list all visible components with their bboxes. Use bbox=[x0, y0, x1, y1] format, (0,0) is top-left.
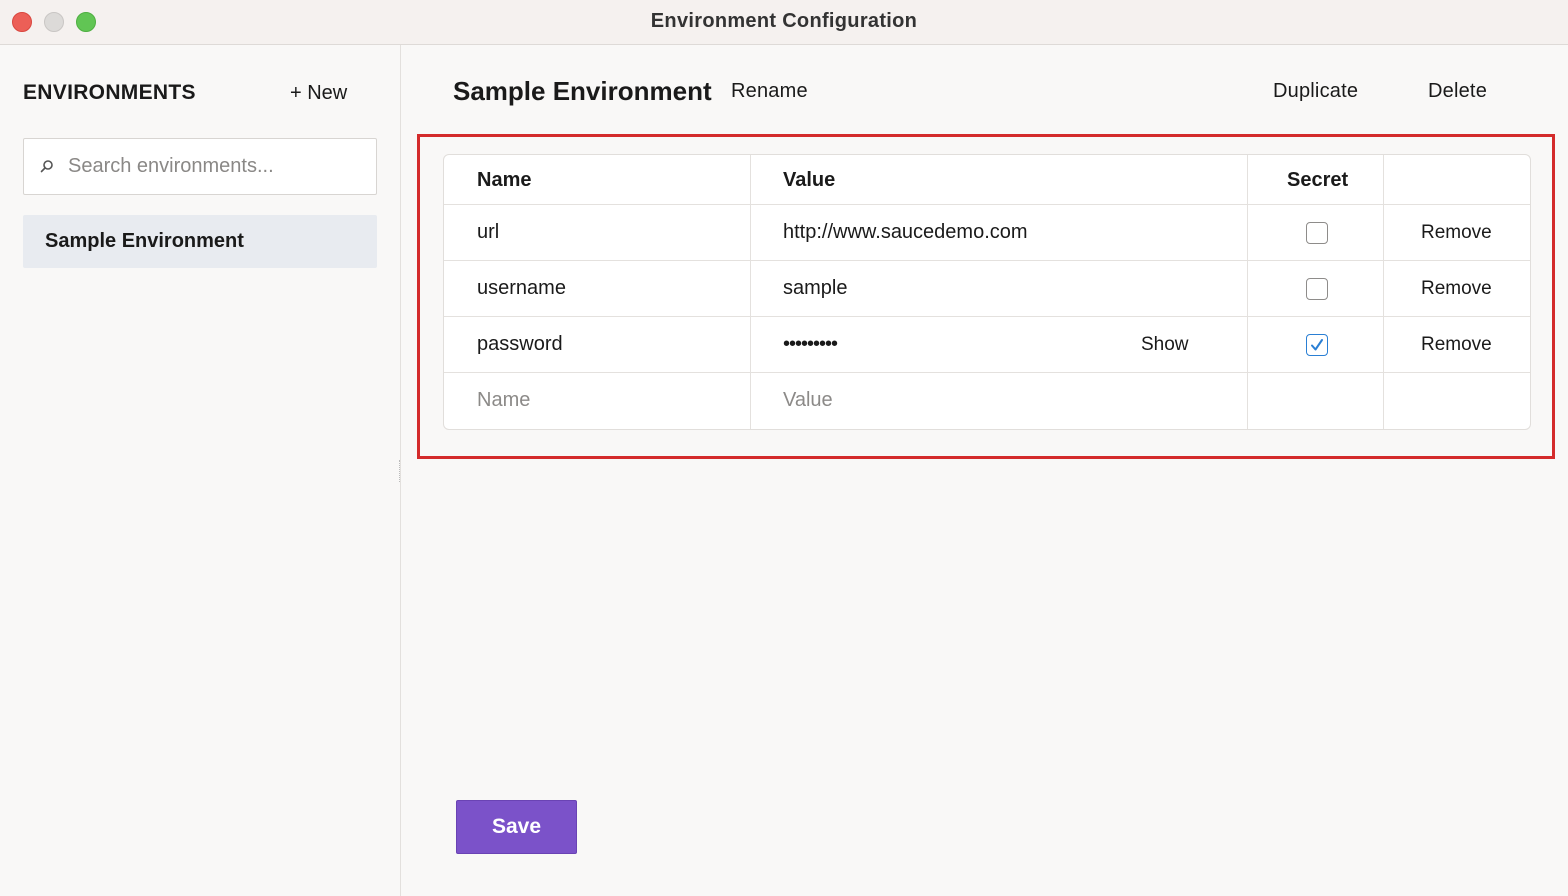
title-bar: Environment Configuration bbox=[0, 0, 1568, 45]
main-panel: Sample Environment Rename Duplicate Dele… bbox=[402, 45, 1568, 896]
column-header-value: Value bbox=[783, 169, 836, 191]
search-input[interactable] bbox=[68, 139, 368, 194]
variable-value-masked[interactable]: ••••••••• bbox=[783, 317, 838, 372]
remove-button[interactable]: Remove bbox=[1421, 317, 1492, 372]
duplicate-button[interactable]: Duplicate bbox=[1273, 80, 1358, 103]
variable-value[interactable]: http://www.saucedemo.com bbox=[783, 205, 1028, 260]
table-row: password ••••••••• Show Remove bbox=[444, 317, 1530, 373]
show-secret-button[interactable]: Show bbox=[1141, 317, 1189, 372]
remove-button[interactable]: Remove bbox=[1421, 205, 1492, 260]
window-title: Environment Configuration bbox=[650, 10, 918, 32]
delete-button[interactable]: Delete bbox=[1428, 80, 1487, 103]
remove-button[interactable]: Remove bbox=[1421, 261, 1492, 316]
new-variable-row: Name Value bbox=[444, 373, 1530, 429]
table-header-row: Name Value Secret bbox=[444, 155, 1530, 205]
variables-highlight-frame: Name Value Secret url http://www.saucede… bbox=[417, 134, 1555, 459]
column-header-name: Name bbox=[477, 169, 532, 191]
variable-name[interactable]: password bbox=[477, 317, 563, 372]
variable-value[interactable]: sample bbox=[783, 261, 847, 316]
secret-checkbox[interactable] bbox=[1306, 278, 1328, 300]
checkmark-icon bbox=[1311, 339, 1323, 351]
variables-table: Name Value Secret url http://www.saucede… bbox=[443, 154, 1531, 430]
variable-name[interactable]: url bbox=[477, 205, 499, 260]
environment-item-sample-environment[interactable]: Sample Environment bbox=[23, 215, 377, 268]
sidebar-heading: ENVIRONMENTS bbox=[23, 81, 196, 104]
environment-title: Sample Environment bbox=[453, 76, 712, 106]
new-variable-value-input[interactable]: Value bbox=[783, 373, 833, 428]
rename-button[interactable]: Rename bbox=[731, 80, 808, 103]
new-environment-button[interactable]: + New bbox=[290, 82, 347, 105]
sidebar: ENVIRONMENTS + New Sample Environment bbox=[0, 45, 401, 896]
secret-checkbox[interactable] bbox=[1306, 334, 1328, 356]
secret-checkbox[interactable] bbox=[1306, 222, 1328, 244]
table-row: url http://www.saucedemo.com Remove bbox=[444, 205, 1530, 261]
save-button[interactable]: Save bbox=[456, 800, 577, 854]
new-variable-name-input[interactable]: Name bbox=[477, 373, 530, 428]
column-header-secret: Secret bbox=[1287, 169, 1349, 191]
variable-name[interactable]: username bbox=[477, 261, 566, 316]
table-row: username sample Remove bbox=[444, 261, 1530, 317]
search-box[interactable] bbox=[23, 138, 377, 195]
search-icon bbox=[40, 160, 53, 173]
